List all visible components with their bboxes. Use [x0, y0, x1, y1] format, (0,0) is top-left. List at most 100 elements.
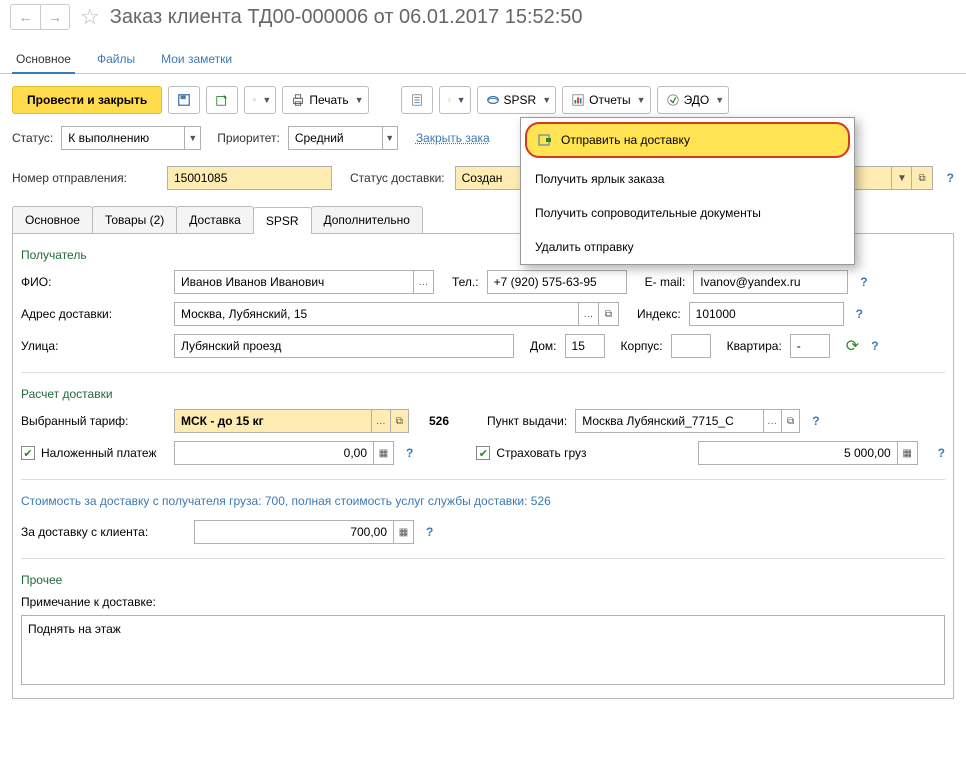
status-caret-button[interactable]: ▼: [891, 167, 911, 189]
korpus-input[interactable]: [672, 337, 710, 355]
house-input[interactable]: [566, 337, 604, 355]
help-link[interactable]: ?: [856, 307, 863, 321]
address-select-button[interactable]: …: [578, 303, 598, 325]
post-button[interactable]: [206, 86, 238, 114]
other-section-title: Прочее: [21, 573, 945, 587]
tab-delivery[interactable]: Доставка: [176, 206, 254, 233]
client-cost-label: За доставку с клиента:: [21, 525, 186, 539]
help-link[interactable]: ?: [938, 446, 945, 460]
top-tab-files[interactable]: Файлы: [93, 46, 139, 73]
caret-down-icon: ▼: [715, 95, 724, 105]
index-input[interactable]: [690, 305, 843, 323]
reports-button[interactable]: Отчеты ▼: [562, 86, 650, 114]
cod-input[interactable]: [175, 444, 373, 462]
status-dropdown-button[interactable]: ▼: [184, 127, 200, 149]
cod-checkbox[interactable]: ✔: [21, 446, 35, 460]
caret-down-icon: ▼: [262, 95, 271, 105]
address-input[interactable]: [175, 305, 578, 323]
menu-delete-shipment[interactable]: Удалить отправку: [521, 230, 854, 264]
edo-button[interactable]: ЭДО ▼: [657, 86, 730, 114]
tariff-label: Выбранный тариф:: [21, 414, 166, 428]
tariff-cost: 526: [429, 414, 449, 428]
pickup-label: Пункт выдачи:: [487, 414, 567, 428]
refresh-icon[interactable]: ⟳: [846, 336, 859, 356]
phone-input[interactable]: [488, 273, 626, 291]
help-link[interactable]: ?: [860, 275, 867, 289]
insure-input[interactable]: [699, 444, 897, 462]
korpus-label: Корпус:: [621, 339, 663, 353]
tab-additional[interactable]: Дополнительно: [311, 206, 423, 233]
nav-forward-button[interactable]: →: [40, 4, 70, 30]
spsr-button[interactable]: SPSR ▼: [477, 86, 557, 114]
note-label: Примечание к доставке:: [21, 595, 945, 609]
status-select[interactable]: [62, 129, 184, 147]
caret-down-icon: ▼: [542, 95, 551, 105]
street-label: Улица:: [21, 339, 166, 353]
priority-select[interactable]: [289, 129, 382, 147]
close-order-link[interactable]: Закрыть зака: [416, 131, 490, 145]
status-open-button[interactable]: ⧉: [911, 167, 931, 189]
menu-get-label[interactable]: Получить ярлык заказа: [521, 162, 854, 196]
top-tab-notes[interactable]: Мои заметки: [157, 46, 236, 73]
top-tab-main[interactable]: Основное: [12, 46, 75, 74]
tariff-input[interactable]: [175, 412, 371, 430]
email-input[interactable]: [694, 273, 847, 291]
fio-select-button[interactable]: …: [413, 271, 433, 293]
help-link[interactable]: ?: [871, 339, 878, 353]
create-based-button[interactable]: ▼: [244, 86, 276, 114]
print-button[interactable]: Печать ▼: [282, 86, 368, 114]
fio-input[interactable]: [175, 273, 413, 291]
edo-label: ЭДО: [684, 93, 710, 107]
address-label: Адрес доставки:: [21, 307, 166, 321]
help-link[interactable]: ?: [406, 446, 413, 460]
client-cost-calc-button[interactable]: ▦: [393, 521, 413, 543]
help-link[interactable]: ?: [426, 525, 433, 539]
spsr-label: SPSR: [504, 93, 537, 107]
flat-label: Квартира:: [727, 339, 782, 353]
priority-label: Приоритет:: [217, 131, 280, 145]
insure-checkbox[interactable]: ✔: [476, 446, 490, 460]
priority-dropdown-button[interactable]: ▼: [382, 127, 397, 149]
caret-down-icon: ▼: [457, 95, 466, 105]
shipment-number-input[interactable]: [168, 169, 331, 187]
delivery-status-label: Статус доставки:: [350, 171, 445, 185]
mode-button-2[interactable]: ▼: [439, 86, 471, 114]
tab-goods[interactable]: Товары (2): [92, 206, 177, 233]
pickup-select-button[interactable]: …: [763, 410, 781, 432]
menu-send-delivery[interactable]: Отправить на доставку: [525, 122, 850, 158]
fio-label: ФИО:: [21, 275, 166, 289]
insure-label: Страховать груз: [496, 446, 586, 460]
help-link[interactable]: ?: [947, 171, 954, 185]
tab-main[interactable]: Основное: [12, 206, 93, 233]
reports-label: Отчеты: [589, 93, 630, 107]
tariff-open-button[interactable]: ⧉: [390, 410, 408, 432]
save-close-button[interactable]: Провести и закрыть: [12, 86, 162, 114]
tariff-select-button[interactable]: …: [371, 410, 389, 432]
flat-input[interactable]: [791, 337, 829, 355]
favorite-star-icon[interactable]: ☆: [80, 4, 100, 30]
phone-label: Тел.:: [452, 275, 479, 289]
address-open-button[interactable]: ⧉: [598, 303, 618, 325]
insure-calc-button[interactable]: ▦: [897, 442, 917, 464]
caret-down-icon: ▼: [355, 95, 364, 105]
cod-label: Наложенный платеж: [41, 446, 156, 460]
note-textarea[interactable]: [21, 615, 945, 685]
cod-calc-button[interactable]: ▦: [373, 442, 393, 464]
mode-button-1[interactable]: [401, 86, 433, 114]
cost-summary-line: Стоимость за доставку с получателя груза…: [21, 494, 945, 508]
street-input[interactable]: [175, 337, 513, 355]
client-cost-input[interactable]: [195, 523, 393, 541]
help-link[interactable]: ?: [812, 414, 819, 428]
pickup-open-button[interactable]: ⧉: [781, 410, 799, 432]
nav-back-button[interactable]: ←: [10, 4, 40, 30]
spsr-dropdown-menu: Отправить на доставку Получить ярлык зак…: [520, 117, 855, 265]
save-button[interactable]: [168, 86, 200, 114]
tab-spsr[interactable]: SPSR: [253, 207, 312, 234]
menu-docs-text: Получить сопроводительные документы: [535, 206, 761, 220]
pickup-input[interactable]: [576, 412, 762, 430]
status-label: Статус:: [12, 131, 53, 145]
email-label: E- mail:: [645, 275, 686, 289]
print-label: Печать: [309, 93, 348, 107]
page-title: Заказ клиента ТД00-000006 от 06.01.2017 …: [110, 6, 583, 29]
menu-get-docs[interactable]: Получить сопроводительные документы: [521, 196, 854, 230]
